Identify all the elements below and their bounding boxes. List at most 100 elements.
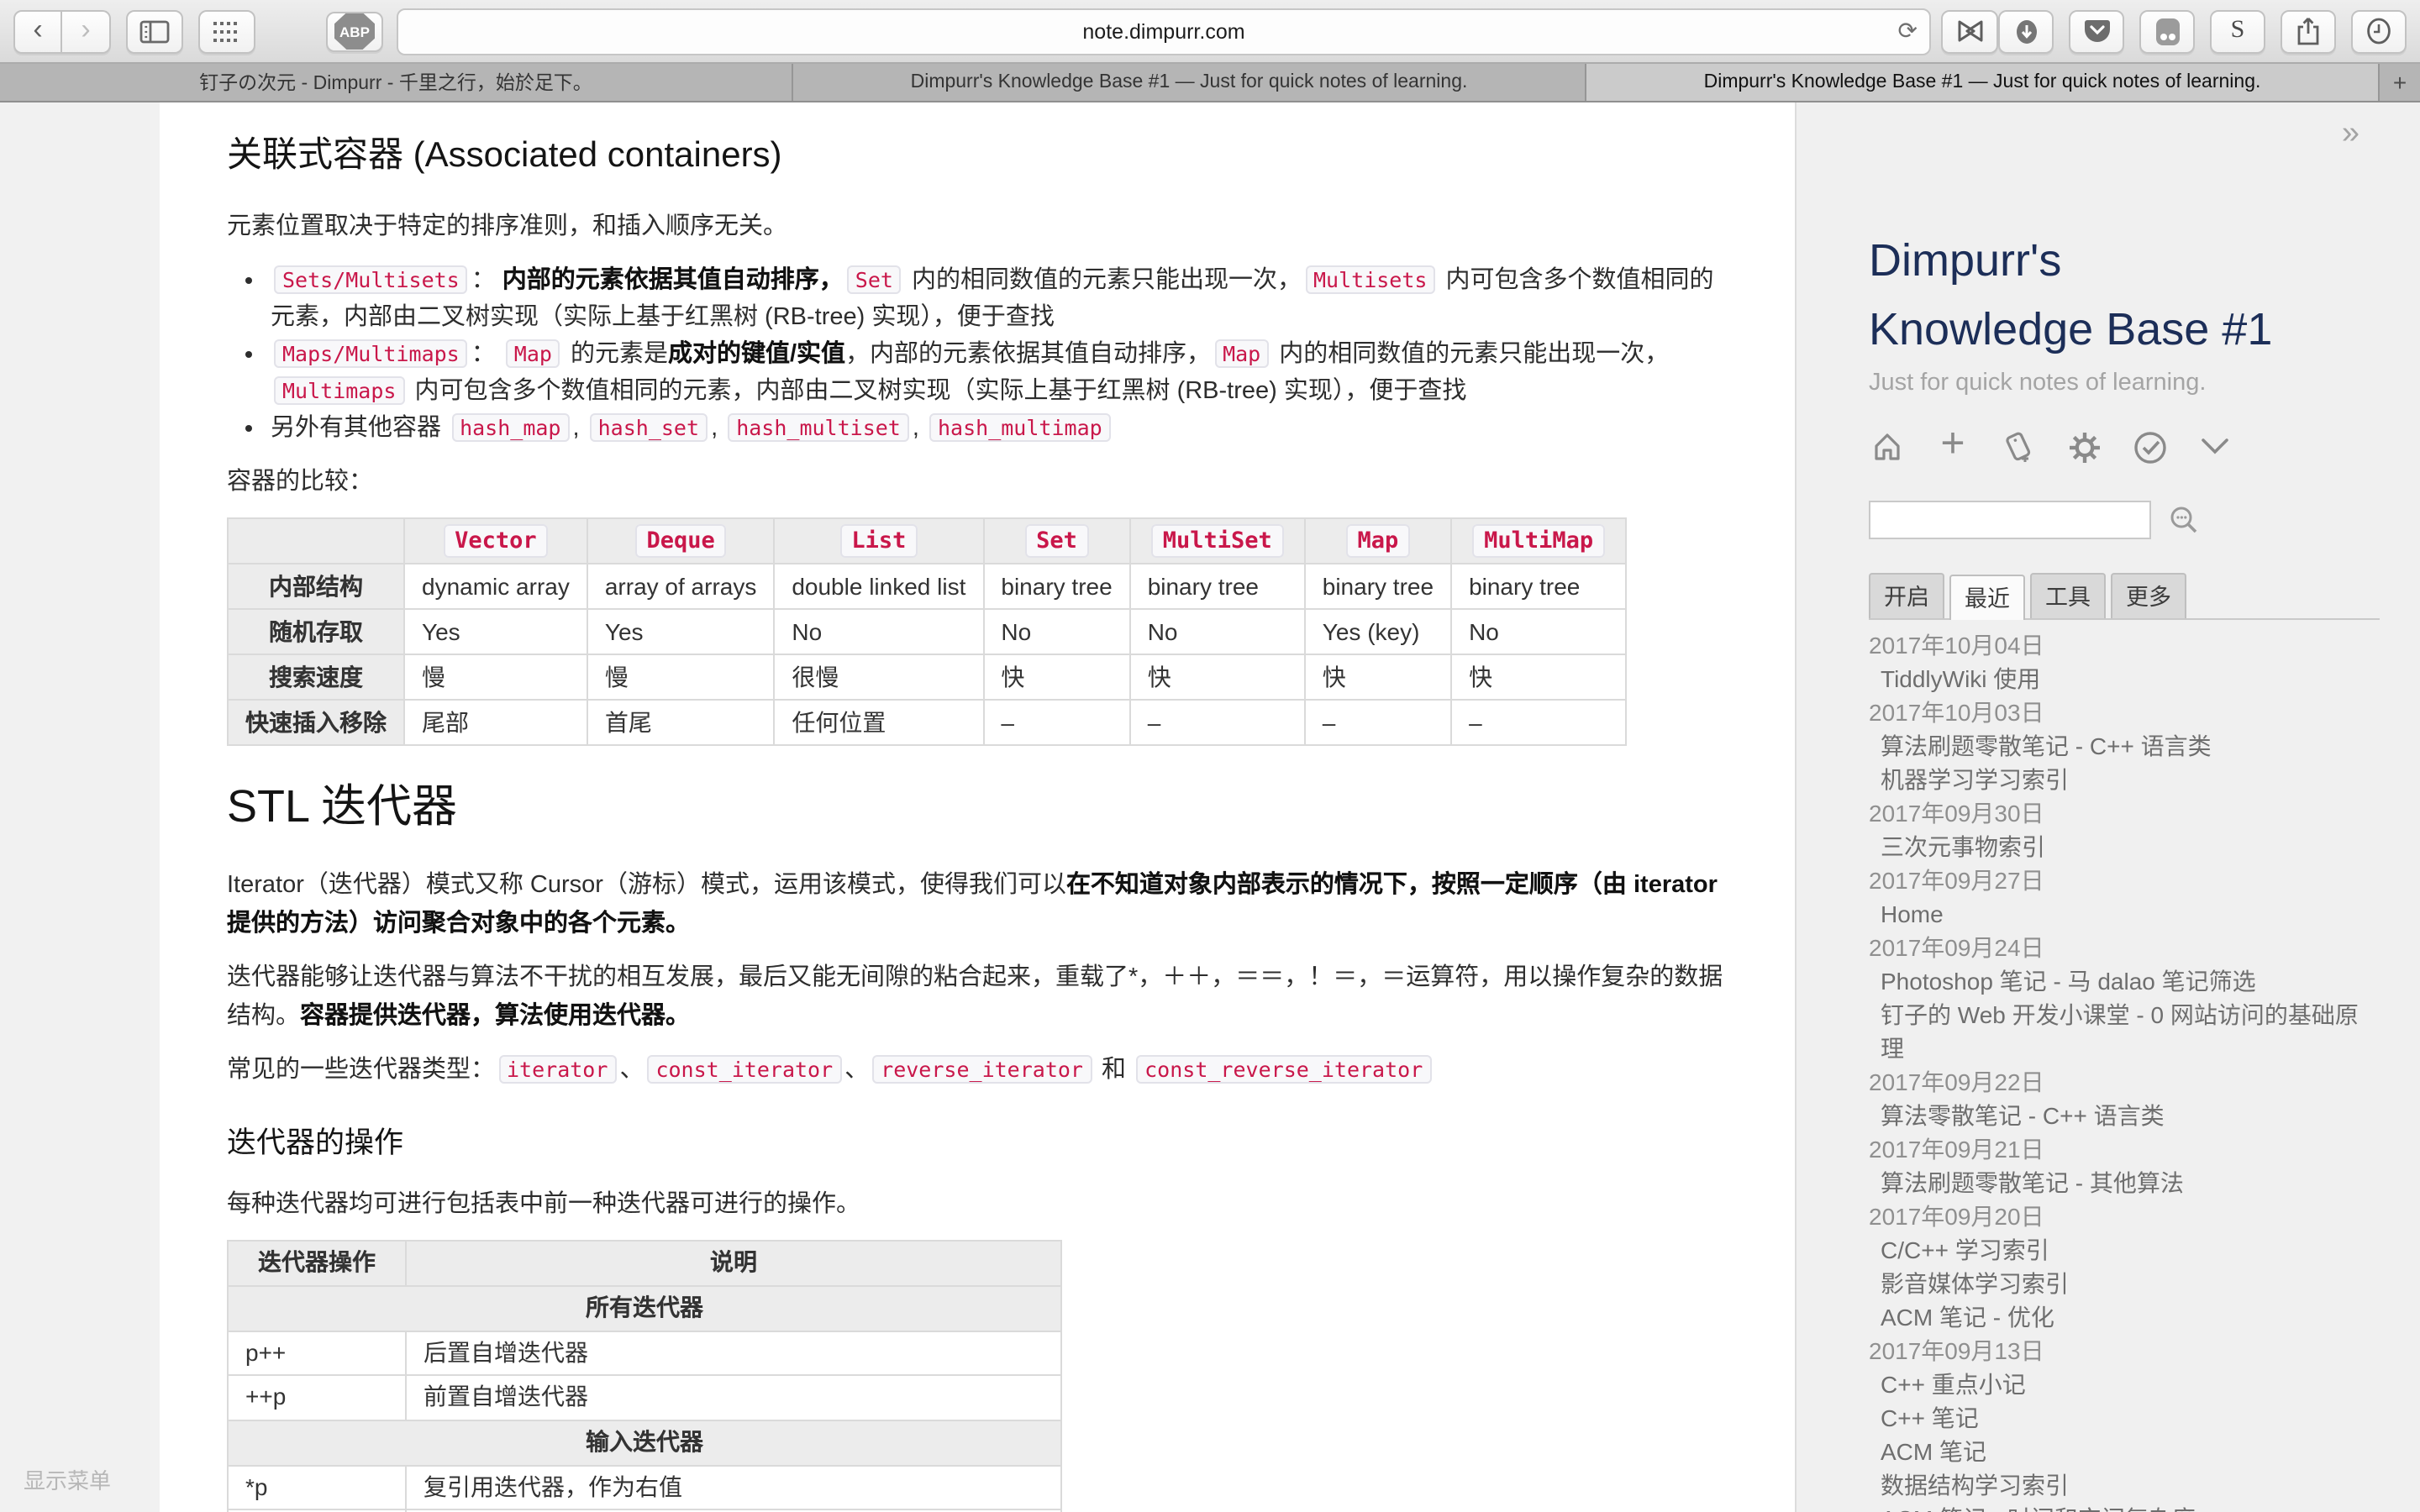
ops-header-cell: 说明 (406, 1241, 1061, 1285)
compare-cell: 快 (1130, 655, 1305, 701)
timeline-item-link[interactable]: 算法零散笔记 - C++ 语言类 (1869, 1099, 2380, 1132)
section-heading-associated-containers: 关联式容器 (Associated containers) (227, 129, 1724, 184)
reload-icon[interactable]: ⟳ (1898, 16, 1918, 45)
s-extension-button[interactable]: S (2210, 9, 2265, 53)
new-tab-button[interactable]: + (2380, 64, 2420, 101)
timeline-item-link[interactable]: 钉子的 Web 开发小课堂 - 0 网站访问的基础原理 (1869, 998, 2380, 1065)
table-row: p++后置自增迭代器 (228, 1331, 1061, 1375)
timeline-item-link[interactable]: ACM 笔记 - 优化 (1869, 1300, 2380, 1334)
back-button[interactable]: ‹ (13, 9, 62, 53)
sidebar-search-row (1869, 501, 2380, 539)
timeline-date-link[interactable]: 2017年09月21日 (1869, 1132, 2380, 1166)
sidebar-tab[interactable]: 最近 (1949, 575, 2025, 620)
timeline-item-link[interactable]: ACM 笔记 - 时间和空间复杂度 (1869, 1502, 2380, 1512)
timeline-item-link[interactable]: 三次元事物索引 (1869, 830, 2380, 864)
forward-button[interactable]: › (62, 9, 111, 53)
browser-tab[interactable]: Dimpurr's Knowledge Base #1 — Just for q… (793, 64, 1586, 101)
inline-code: reverse_iterator (872, 1055, 1092, 1084)
ops-op-cell: p++ (228, 1331, 406, 1375)
timeline-item-link[interactable]: C++ 笔记 (1869, 1401, 2380, 1435)
table-row: 内部结构dynamic arrayarray of arraysdouble l… (228, 564, 1626, 610)
compare-header-cell: MultiMap (1451, 519, 1626, 564)
timeline-item-link[interactable]: 影音媒体学习索引 (1869, 1267, 2380, 1300)
timeline-item-link[interactable]: 算法刷题零散笔记 - 其他算法 (1869, 1166, 2380, 1200)
compare-cell: – (983, 701, 1129, 746)
sidebar-tab[interactable]: 开启 (1869, 573, 1944, 618)
compare-cell: No (983, 610, 1129, 655)
password-extension-button[interactable] (2139, 9, 2195, 53)
timeline-date-link[interactable]: 2017年09月30日 (1869, 796, 2380, 830)
timeline-item-link[interactable]: C/C++ 学习索引 (1869, 1233, 2380, 1267)
table-row: 搜索速度慢慢很慢快快快快 (228, 655, 1626, 701)
compare-header-cell: Map (1305, 519, 1451, 564)
back-icon: ‹ (33, 15, 42, 44)
share-button[interactable] (2281, 9, 2336, 53)
text-segment: 容器提供迭代器，算法使用迭代器。 (300, 1002, 690, 1029)
ops-op-cell: ++p (228, 1376, 406, 1420)
text-segment: ，内部的元素依据其值自动排序， (845, 341, 1211, 368)
timeline-item-link[interactable]: Photoshop 笔记 - 马 dalao 笔记筛选 (1869, 964, 2380, 998)
sidebar-toggle-button[interactable] (126, 9, 183, 53)
download-extension-button[interactable] (1998, 9, 2054, 53)
timeline-item-link[interactable]: ACM 笔记 (1869, 1435, 2380, 1468)
timeline-date-link[interactable]: 2017年09月27日 (1869, 864, 2380, 897)
compare-cell: 很慢 (774, 655, 983, 701)
bullet-item: 另外有其他容器 hash_map, hash_set, hash_multise… (271, 410, 1724, 447)
timeline-date-link[interactable]: 2017年09月22日 (1869, 1065, 2380, 1099)
nav-button-group: ‹ › (13, 9, 111, 53)
advanced-search-icon[interactable] (2168, 504, 2200, 536)
timeline-item-link[interactable]: TiddlyWiki 使用 (1869, 662, 2380, 696)
save-check-button[interactable] (2131, 428, 2168, 465)
compare-header-cell: MultiSet (1130, 519, 1305, 564)
timeline-date-link[interactable]: 2017年09月20日 (1869, 1200, 2380, 1233)
search-input[interactable] (1869, 501, 2151, 539)
tiddler-article: 关联式容器 (Associated containers) 元素位置取决于特定的… (160, 102, 1795, 1512)
sidebar-timeline: 2017年10月04日TiddlyWiki 使用2017年10月03日算法刷题零… (1869, 628, 2380, 1512)
compare-cell: binary tree (1451, 564, 1626, 610)
timeline-date-link[interactable]: 2017年09月13日 (1869, 1334, 2380, 1368)
timeline-date-link[interactable]: 2017年09月24日 (1869, 931, 2380, 964)
timeline-item-link[interactable]: 机器学习学习索引 (1869, 763, 2380, 796)
browser-tab[interactable]: 钉子の次元 - Dimpurr - 千里之行，始於足下。 (0, 64, 793, 101)
tab-overview-button[interactable] (198, 9, 255, 53)
userscript-extension-button[interactable] (1941, 9, 1998, 53)
inline-code: Vector (443, 525, 549, 559)
more-actions-button[interactable] (2196, 428, 2233, 465)
wiki-sidebar: » Dimpurr's Knowledge Base #1 Just for q… (1797, 102, 2420, 1512)
paragraph: 每种迭代器均可进行包括表中前一种迭代器可进行的操作。 (227, 1185, 1724, 1223)
compare-header-cell: Vector (404, 519, 587, 564)
timeline-item-link[interactable]: C++ 重点小记 (1869, 1368, 2380, 1401)
ops-table: 迭代器操作说明所有迭代器p++后置自增迭代器++p前置自增迭代器输入迭代器*p复… (227, 1240, 1062, 1512)
s-letter-icon: S (2231, 17, 2245, 45)
timeline-item-link[interactable]: 算法刷题零散笔记 - C++ 语言类 (1869, 729, 2380, 763)
address-bar[interactable]: note.dimpurr.com ⟳ (397, 8, 1931, 55)
browser-tab[interactable]: Dimpurr's Knowledge Base #1 — Just for q… (1586, 64, 2380, 101)
text-segment: 和 (1095, 1057, 1133, 1084)
show-menu-button[interactable]: 显示菜单 (24, 1463, 111, 1495)
sidebar-collapse-button[interactable]: » (1869, 116, 2360, 160)
inline-code: Sets/Multisets (274, 265, 468, 294)
safari-window: ‹ › ABP note.dimpurr.com ⟳ (0, 0, 2420, 1512)
sidebar-tab[interactable]: 工具 (2030, 573, 2106, 618)
adblock-extension-button[interactable]: ABP (326, 11, 383, 51)
timeline-item-link[interactable]: 数据结构学习索引 (1869, 1468, 2380, 1502)
compare-cell: 尾部 (404, 701, 587, 746)
compare-cell: binary tree (1130, 564, 1305, 610)
timeline-date-link[interactable]: 2017年10月03日 (1869, 696, 2380, 729)
inline-code: Map (1214, 339, 1269, 368)
inline-code: hash_set (590, 413, 708, 442)
history-button[interactable] (2351, 9, 2407, 53)
timeline-date-link[interactable]: 2017年10月04日 (1869, 628, 2380, 662)
text-segment: Iterator（迭代器）模式又称 Cursor（游标）模式，运用该模式，使得我… (227, 873, 1066, 900)
site-title[interactable]: Dimpurr's Knowledge Base #1 (1869, 227, 2289, 363)
sidebar-tab[interactable]: 更多 (2111, 573, 2186, 618)
new-journal-button[interactable] (2000, 428, 2037, 465)
timeline-item-link[interactable]: Home (1869, 897, 2380, 931)
text-segment: , (573, 415, 587, 442)
home-button[interactable] (1869, 428, 1906, 465)
new-tiddler-button[interactable]: + (1934, 426, 1971, 463)
pocket-extension-button[interactable] (2069, 9, 2124, 53)
settings-gear-button[interactable] (2065, 428, 2102, 465)
page-controls: + (1869, 428, 2380, 465)
browser-tab-strip: 钉子の次元 - Dimpurr - 千里之行，始於足下。Dimpurr's Kn… (0, 64, 2420, 102)
